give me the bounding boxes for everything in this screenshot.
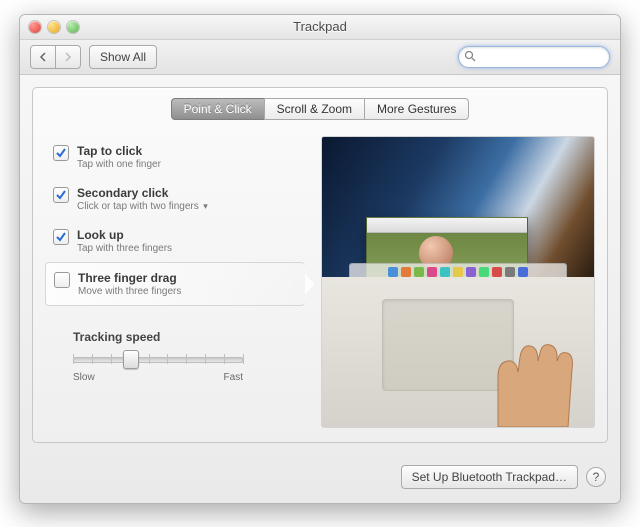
show-all-button[interactable]: Show All — [89, 45, 157, 69]
slider-knob[interactable] — [123, 350, 139, 369]
toolbar: Show All — [20, 40, 620, 75]
chevron-left-icon — [39, 52, 47, 62]
window-title: Trackpad — [20, 19, 620, 34]
preview-laptop-body — [322, 277, 594, 427]
tracking-speed-group: Tracking speed Slow Fast — [45, 330, 305, 383]
dock-app-icon — [427, 267, 437, 277]
option-three-finger-drag[interactable]: Three finger dragMove with three fingers — [45, 262, 305, 306]
tab-bar: Point & ClickScroll & ZoomMore Gestures — [45, 98, 595, 120]
dock-app-icon — [453, 267, 463, 277]
help-button[interactable]: ? — [586, 467, 606, 487]
checkbox[interactable] — [53, 187, 69, 203]
option-tap-to-click[interactable]: Tap to clickTap with one finger — [45, 136, 305, 178]
gesture-options: Tap to clickTap with one fingerSecondary… — [45, 136, 305, 428]
titlebar: Trackpad — [20, 15, 620, 40]
option-label: Three finger drag — [78, 271, 181, 285]
option-sub: Tap with one finger — [77, 159, 161, 170]
dock-app-icon — [466, 267, 476, 277]
option-sub: Tap with three fingers — [77, 243, 172, 254]
forward-button[interactable] — [55, 45, 81, 69]
chevron-right-icon — [64, 52, 72, 62]
dock-app-icon — [479, 267, 489, 277]
dock-app-icon — [414, 267, 424, 277]
setup-bluetooth-button[interactable]: Set Up Bluetooth Trackpad… — [401, 465, 578, 489]
option-sub[interactable]: Click or tap with two fingers ▾ — [77, 201, 208, 212]
tab-more-gestures[interactable]: More Gestures — [364, 98, 469, 120]
dock-app-icon — [518, 267, 528, 277]
checkbox[interactable] — [53, 145, 69, 161]
search-field[interactable] — [458, 46, 610, 68]
slider-max-label: Fast — [224, 372, 243, 383]
option-secondary-click[interactable]: Secondary clickClick or tap with two fin… — [45, 178, 305, 220]
option-label: Tap to click — [77, 144, 161, 158]
nav-segment — [30, 45, 81, 69]
dock-app-icon — [440, 267, 450, 277]
show-all-label: Show All — [100, 50, 146, 64]
help-label: ? — [593, 470, 600, 484]
option-label: Look up — [77, 228, 172, 242]
dock-app-icon — [401, 267, 411, 277]
dock-app-icon — [492, 267, 502, 277]
tab-point-click[interactable]: Point & Click — [171, 98, 265, 120]
option-label: Secondary click — [77, 186, 208, 200]
search-input[interactable] — [479, 48, 603, 66]
checkbox[interactable] — [53, 229, 69, 245]
dock-app-icon — [505, 267, 515, 277]
hand-icon — [468, 317, 588, 427]
tracking-speed-slider[interactable] — [73, 348, 243, 368]
checkbox[interactable] — [54, 272, 70, 288]
option-sub: Move with three fingers — [78, 286, 181, 297]
tab-scroll-zoom[interactable]: Scroll & Zoom — [264, 98, 365, 120]
option-look-up[interactable]: Look upTap with three fingers — [45, 220, 305, 262]
preview-desktop — [322, 137, 594, 277]
slider-min-label: Slow — [73, 372, 95, 383]
gesture-preview — [321, 136, 595, 428]
chevron-down-icon: ▾ — [199, 201, 208, 211]
search-icon — [464, 50, 476, 62]
main-panel: Point & ClickScroll & ZoomMore Gestures … — [32, 87, 608, 443]
footer: Set Up Bluetooth Trackpad… ? — [20, 455, 620, 503]
dock-app-icon — [388, 267, 398, 277]
setup-bluetooth-label: Set Up Bluetooth Trackpad… — [412, 470, 567, 484]
back-button[interactable] — [30, 45, 56, 69]
prefs-window: Trackpad Show All Point & ClickScroll & … — [19, 14, 621, 504]
tracking-speed-label: Tracking speed — [73, 330, 305, 344]
